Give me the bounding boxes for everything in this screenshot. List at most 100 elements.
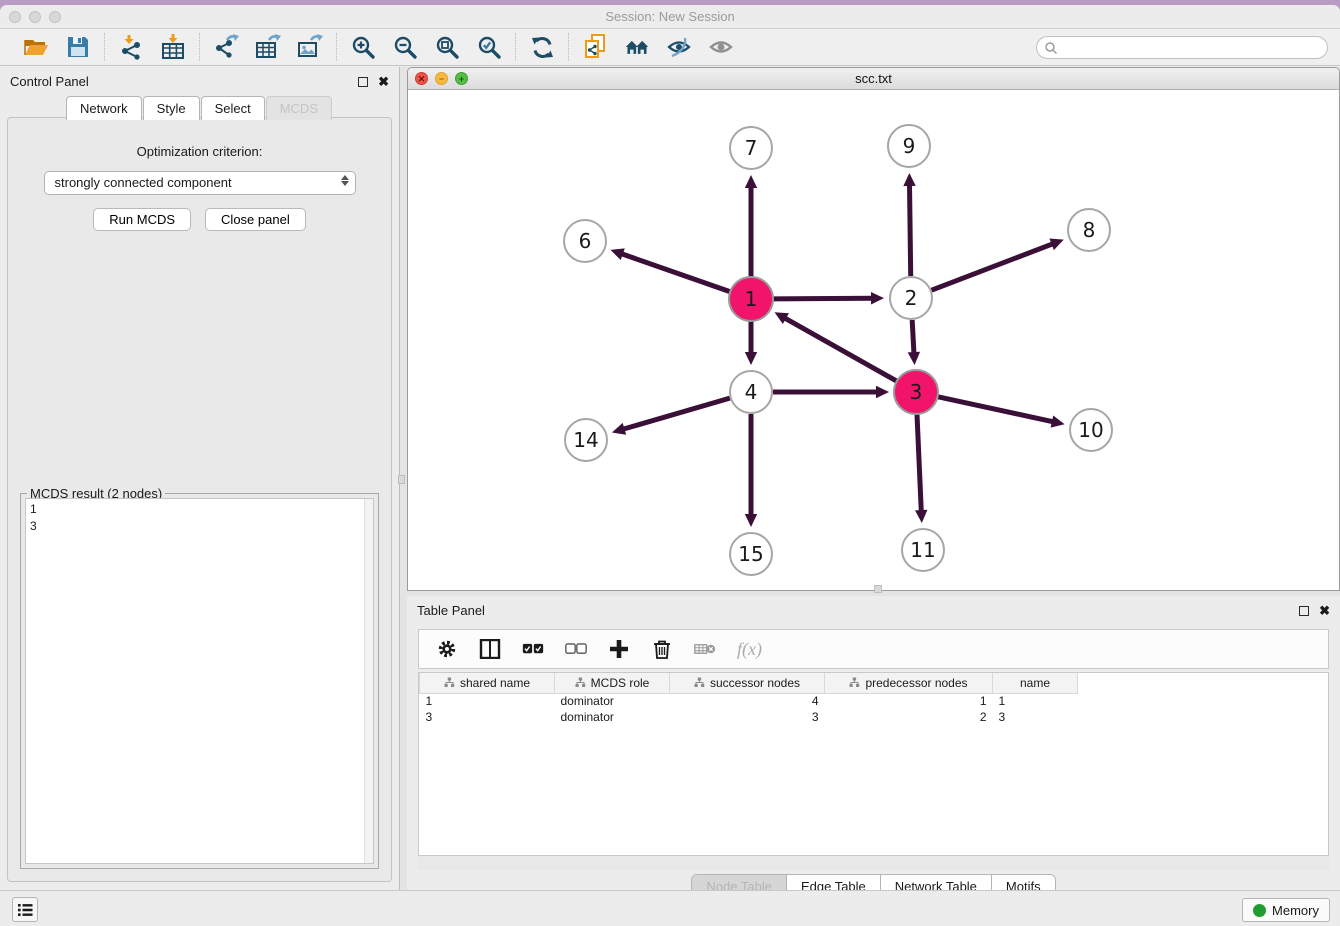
export-image-icon[interactable] [297,34,323,60]
table-cell[interactable]: 1 [825,693,993,709]
status-bar: Memory [0,890,1340,926]
task-history-button[interactable] [12,897,38,922]
search-box[interactable] [1036,36,1328,59]
first-neighbors-icon[interactable] [624,34,650,60]
control-panel-tabs: Network Style Select MCDS [0,96,399,120]
graph-edge[interactable] [912,320,914,354]
column-header[interactable]: shared name [420,673,555,693]
table-row[interactable]: 3dominator323 [420,709,1329,725]
control-panel-title: Control Panel [10,74,358,89]
graph-edge[interactable] [910,184,911,276]
refresh-icon[interactable] [529,34,555,60]
delete-column-icon[interactable] [651,638,673,660]
zoom-fit-icon[interactable] [434,34,460,60]
tab-style[interactable]: Style [143,96,200,120]
hide-selected-icon[interactable] [666,34,692,60]
zoom-selected-icon[interactable] [476,34,502,60]
table-header-row[interactable]: shared name MCDS role successor nodes prede… [420,673,1329,693]
zoom-in-icon[interactable] [350,34,376,60]
table-hscrollbar[interactable] [418,856,1329,870]
search-input[interactable] [1058,41,1308,55]
maximize-window-button[interactable] [49,11,61,23]
column-header[interactable]: name [993,673,1078,693]
graph-edge-arrowhead [745,514,757,527]
column-header-label: predecessor nodes [865,676,967,690]
graph-edge-arrowhead [745,175,757,188]
table-cell[interactable]: dominator [555,693,670,709]
network-minimize-button[interactable]: − [435,72,448,85]
column-header-label: successor nodes [710,676,800,690]
graph-edge[interactable] [622,398,729,429]
graph-node-label: 15 [738,542,763,566]
graph-edge[interactable] [917,414,921,512]
add-column-icon[interactable] [608,638,630,660]
network-window-title: scc.txt [408,68,1339,89]
table-float-icon[interactable] [1299,606,1309,616]
graph-edge[interactable] [773,298,873,299]
network-maximize-button[interactable]: + [455,72,468,85]
open-session-icon[interactable] [23,34,49,60]
table-cell[interactable]: dominator [555,709,670,725]
table-cell[interactable]: 1 [993,693,1078,709]
main-toolbar [0,29,1340,66]
graph-edge[interactable] [784,318,897,382]
table-cell[interactable]: 2 [825,709,993,725]
table-cell[interactable]: 3 [420,709,555,725]
close-panel-button[interactable]: Close panel [205,208,306,231]
app-window: Session: New Session [0,5,1340,926]
graph-edge-arrowhead [1051,415,1065,427]
close-panel-icon[interactable]: ✖ [378,77,389,87]
graph-edge-arrowhead [745,352,757,365]
close-window-button[interactable] [9,11,21,23]
node-table[interactable]: shared name MCDS role successor nodes prede… [418,672,1329,856]
table-cell[interactable]: 3 [670,709,825,725]
criterion-dropdown[interactable]: strongly connected component [44,171,356,195]
settings-gear-icon[interactable] [436,638,458,660]
graph-edge[interactable] [621,254,730,292]
zoom-out-icon[interactable] [392,34,418,60]
table-panel-title: Table Panel [417,603,1299,618]
table-cell[interactable]: 3 [993,709,1078,725]
graph-edge[interactable] [937,397,1053,422]
network-window-titlebar[interactable]: ✕ − + scc.txt [408,68,1339,90]
float-panel-icon[interactable] [358,77,368,87]
table-close-icon[interactable]: ✖ [1319,606,1330,616]
save-session-icon[interactable] [65,34,91,60]
select-all-checkboxes-icon[interactable] [522,638,544,660]
clone-network-icon[interactable] [582,34,608,60]
network-close-button[interactable]: ✕ [415,72,428,85]
panel-splitter-handle[interactable] [398,475,405,484]
export-network-icon[interactable] [213,34,239,60]
column-filler [1078,673,1329,693]
tab-network[interactable]: Network [66,96,142,120]
function-builder-icon[interactable]: f(x) [737,639,762,660]
result-scrollbar[interactable] [364,499,373,863]
memory-status-icon [1253,904,1266,917]
column-layout-icon[interactable] [479,638,501,660]
import-table-icon[interactable] [160,34,186,60]
table-cell[interactable]: 1 [420,693,555,709]
mcds-result-textarea[interactable]: 1 3 [25,498,374,864]
main-area: Control Panel ✖ Network Style Select MCD… [0,67,1340,890]
network-canvas[interactable]: 7968124314101511 [408,90,1339,589]
export-table-icon[interactable] [255,34,281,60]
column-header-label: MCDS role [591,676,650,690]
mcds-panel: Optimization criterion: strongly connect… [7,117,392,882]
table-cell[interactable]: 4 [670,693,825,709]
show-all-icon[interactable] [708,34,734,60]
memory-button[interactable]: Memory [1242,898,1330,922]
network-resize-grip[interactable] [874,585,882,593]
hierarchy-icon [575,677,586,688]
import-network-icon[interactable] [118,34,144,60]
tab-select[interactable]: Select [201,96,265,120]
table-row[interactable]: 1dominator411 [420,693,1329,709]
column-header[interactable]: MCDS role [555,673,670,693]
column-header[interactable]: predecessor nodes [825,673,993,693]
minimize-window-button[interactable] [29,11,41,23]
tab-mcds[interactable]: MCDS [266,96,332,120]
deselect-all-checkboxes-icon[interactable] [565,638,587,660]
run-mcds-button[interactable]: Run MCDS [93,208,191,231]
delete-table-icon[interactable] [694,638,716,660]
column-header[interactable]: successor nodes [670,673,825,693]
graph-edge[interactable] [932,244,1054,291]
